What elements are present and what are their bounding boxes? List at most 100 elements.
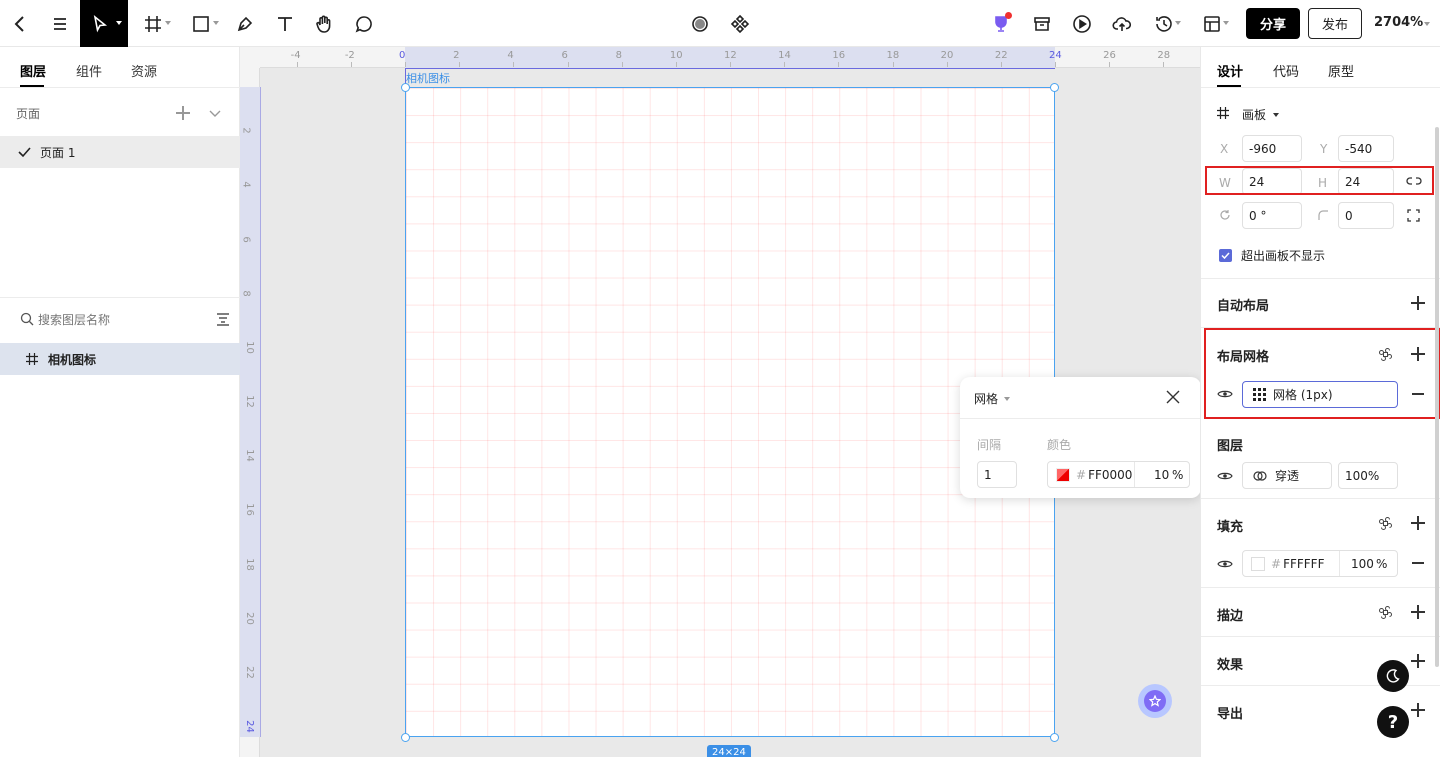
layout-icon[interactable] <box>1198 0 1232 47</box>
archive-icon[interactable] <box>1030 0 1054 47</box>
divider <box>1201 498 1440 499</box>
ruler-tick-label: 14 <box>243 449 255 463</box>
add-auto-layout-icon[interactable] <box>1411 296 1425 310</box>
ruler-tick-label: 10 <box>243 340 255 354</box>
menu-icon[interactable] <box>46 0 74 47</box>
ruler-tick-label: 4 <box>507 50 514 61</box>
hand-tool-button[interactable] <box>311 0 337 47</box>
ruler-tick-label: 26 <box>1103 50 1116 61</box>
upload-cloud-icon[interactable] <box>1110 0 1134 47</box>
remove-fill-icon[interactable] <box>1412 562 1424 564</box>
ruler-tick <box>1163 62 1165 67</box>
resize-handle[interactable] <box>401 733 410 742</box>
rotation-input[interactable]: 0 ° <box>1242 202 1302 229</box>
close-icon[interactable] <box>1166 390 1180 404</box>
highlight-box <box>1205 166 1434 195</box>
ruler-tick <box>838 62 840 67</box>
layer-search-input[interactable] <box>38 310 198 330</box>
blend-mode-dropdown[interactable]: 穿透 <box>1242 462 1332 489</box>
grid-opacity-value[interactable]: 10 <box>1154 468 1169 482</box>
add-page-icon[interactable] <box>176 106 190 120</box>
add-fill-icon[interactable] <box>1411 516 1425 530</box>
layer-item[interactable]: 相机图标 <box>0 343 240 375</box>
move-tool-button[interactable] <box>80 0 128 47</box>
tab-design[interactable]: 设计 <box>1217 61 1243 80</box>
board-name-label[interactable]: 相机图标 <box>406 70 450 86</box>
play-icon[interactable] <box>1070 0 1094 47</box>
hash-symbol: # <box>1076 467 1087 482</box>
radius-input[interactable]: 0 <box>1338 202 1394 229</box>
ai-assistant-icon[interactable] <box>1138 684 1172 718</box>
grid-color-field[interactable]: # FF0000 10 % <box>1047 461 1190 488</box>
resize-handle[interactable] <box>1050 83 1059 92</box>
auto-layout-title: 自动布局 <box>1217 299 1270 314</box>
tab-code[interactable]: 代码 <box>1273 61 1299 80</box>
share-button[interactable]: 分享 <box>1246 8 1300 39</box>
artboard[interactable] <box>405 87 1055 737</box>
resize-handle[interactable] <box>1050 733 1059 742</box>
ruler-tick <box>1000 62 1002 67</box>
color-swatch[interactable] <box>1056 467 1070 482</box>
independent-corners-icon[interactable] <box>1407 209 1420 222</box>
y-input[interactable]: -540 <box>1338 135 1394 162</box>
moon-icon <box>1386 669 1400 683</box>
ruler-tick-label: 18 <box>886 50 900 61</box>
tab-assets[interactable]: 资源 <box>131 61 157 80</box>
x-value: -960 <box>1249 141 1277 156</box>
style-icon[interactable] <box>1379 517 1392 530</box>
tab-layers[interactable]: 图层 <box>20 61 46 80</box>
trophy-icon[interactable] <box>988 0 1014 47</box>
percent-sign: % <box>1367 468 1380 483</box>
ruler-tick <box>513 62 515 67</box>
grid-color-value[interactable]: FF0000 <box>1088 468 1132 482</box>
back-icon[interactable] <box>6 0 34 47</box>
text-tool-button[interactable] <box>272 0 298 47</box>
guide-line <box>405 68 1055 69</box>
rectangle-tool-button[interactable] <box>186 0 222 47</box>
fill-color-field[interactable]: # FFFFFF 100 % <box>1242 550 1398 577</box>
scrollbar[interactable] <box>1435 127 1439 667</box>
fill-swatch[interactable] <box>1251 556 1265 571</box>
publish-button[interactable]: 发布 <box>1308 8 1362 39</box>
add-stroke-icon[interactable] <box>1411 605 1425 619</box>
chevron-down-icon[interactable] <box>208 106 222 120</box>
grid-type-dropdown[interactable]: 网格 <box>974 390 998 407</box>
x-input[interactable]: -960 <box>1242 135 1302 162</box>
eye-icon[interactable] <box>1217 559 1233 569</box>
filter-icon[interactable] <box>216 312 230 326</box>
help-button[interactable]: ? <box>1377 706 1409 738</box>
eye-icon[interactable] <box>1217 471 1233 481</box>
resize-handle[interactable] <box>401 83 410 92</box>
guide-line <box>260 87 261 737</box>
ruler-tick-label: 6 <box>240 235 252 243</box>
ruler-tick-label: 8 <box>240 289 252 297</box>
zoom-level[interactable]: 2704% <box>1374 15 1423 30</box>
frame-tool-button[interactable] <box>138 0 174 47</box>
dark-mode-button[interactable] <box>1377 660 1409 692</box>
ruler-tick <box>296 62 298 67</box>
style-icon[interactable] <box>1379 606 1392 619</box>
clip-content-checkbox[interactable] <box>1219 249 1232 262</box>
grid-settings-popup: 网格 间隔 颜色 1 # FF0000 10 % <box>960 377 1201 498</box>
page-item[interactable]: 页面 1 <box>0 136 240 168</box>
grid-spacing-input[interactable]: 1 <box>977 461 1017 488</box>
check-icon <box>18 147 31 158</box>
boolean-icon[interactable] <box>688 0 712 47</box>
tab-prototype[interactable]: 原型 <box>1328 61 1354 80</box>
layer-opacity-input[interactable]: 100% <box>1338 462 1398 489</box>
horizontal-ruler: -4 -2 0 2 4 6 8 10 12 14 16 18 20 22 24 26 28 <box>260 47 1200 68</box>
fill-opacity-value[interactable]: 100 <box>1351 557 1374 571</box>
frame-type-dropdown[interactable]: 画板 <box>1242 106 1266 123</box>
divider <box>0 297 240 298</box>
add-export-icon[interactable] <box>1411 703 1425 717</box>
size-badge: 24×24 <box>707 745 751 757</box>
tab-components[interactable]: 组件 <box>76 61 102 80</box>
add-effect-icon[interactable] <box>1411 654 1425 668</box>
fill-color-value[interactable]: FFFFFF <box>1283 557 1324 571</box>
pages-label: 页面 <box>16 107 41 121</box>
history-icon[interactable] <box>1150 0 1184 47</box>
comment-tool-button[interactable] <box>351 0 377 47</box>
component-icon[interactable] <box>728 0 752 47</box>
pen-tool-button[interactable] <box>232 0 258 47</box>
ruler-tick <box>675 62 677 67</box>
